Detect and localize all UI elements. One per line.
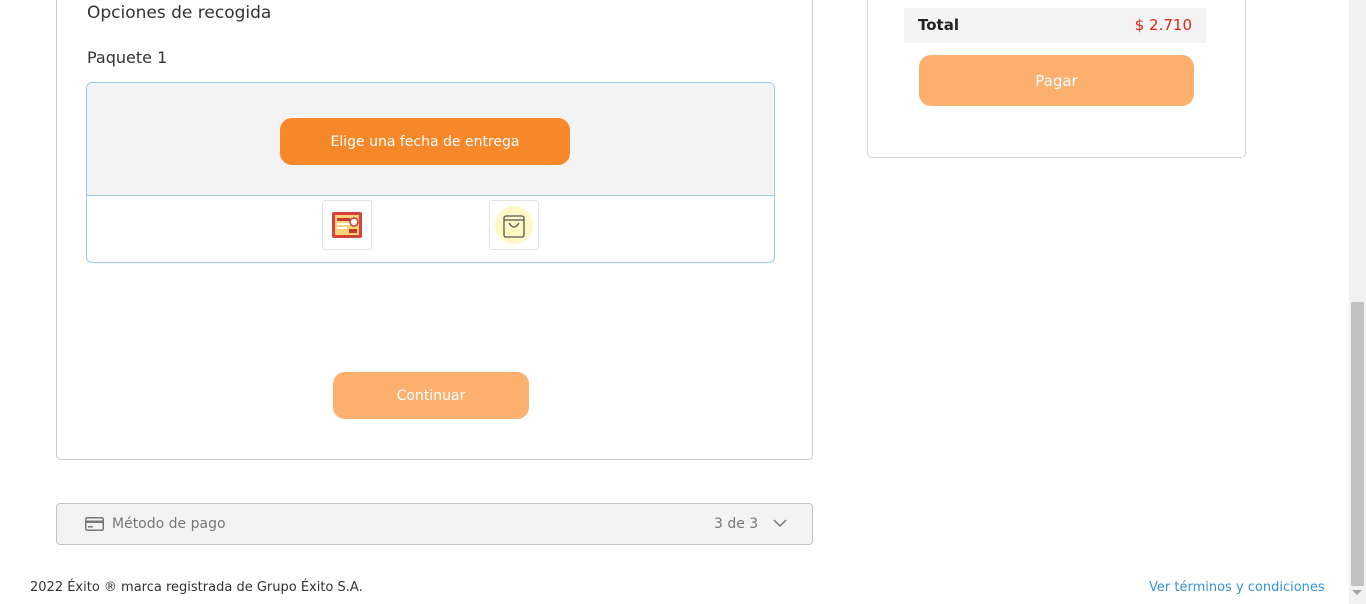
chevron-down-icon[interactable]	[773, 519, 787, 528]
credit-card-icon	[85, 517, 104, 531]
choose-delivery-date-button[interactable]: Elige una fecha de entrega	[280, 118, 570, 165]
bag-thumbnail[interactable]	[489, 200, 539, 250]
pay-button[interactable]: Pagar	[919, 55, 1194, 106]
total-value: $ 2.710	[1134, 16, 1192, 34]
scroll-down-arrow-icon[interactable]	[1352, 590, 1362, 595]
footer-copyright: 2022 Éxito ® marca registrada de Grupo É…	[30, 580, 363, 595]
step-indicator: 3 de 3	[714, 516, 759, 532]
shopping-bag-icon	[495, 206, 533, 244]
payment-method-label: Método de pago	[112, 516, 226, 532]
total-row: Total $ 2.710	[904, 8, 1206, 43]
package-date-panel: Elige una fecha de entrega	[87, 83, 774, 196]
package-title: Paquete 1	[87, 48, 168, 67]
terms-link[interactable]: Ver términos y condiciones	[1149, 580, 1325, 595]
total-label: Total	[918, 16, 959, 34]
product-package-icon	[332, 212, 362, 238]
continue-button[interactable]: Continuar	[333, 372, 529, 419]
package-box: Elige una fecha de entrega	[86, 82, 775, 263]
pickup-options-title: Opciones de recogida	[87, 3, 272, 23]
payment-method-accordion[interactable]: Método de pago 3 de 3	[56, 503, 813, 545]
product-thumbnail[interactable]	[322, 200, 372, 250]
scrollbar-thumb[interactable]	[1351, 302, 1364, 586]
